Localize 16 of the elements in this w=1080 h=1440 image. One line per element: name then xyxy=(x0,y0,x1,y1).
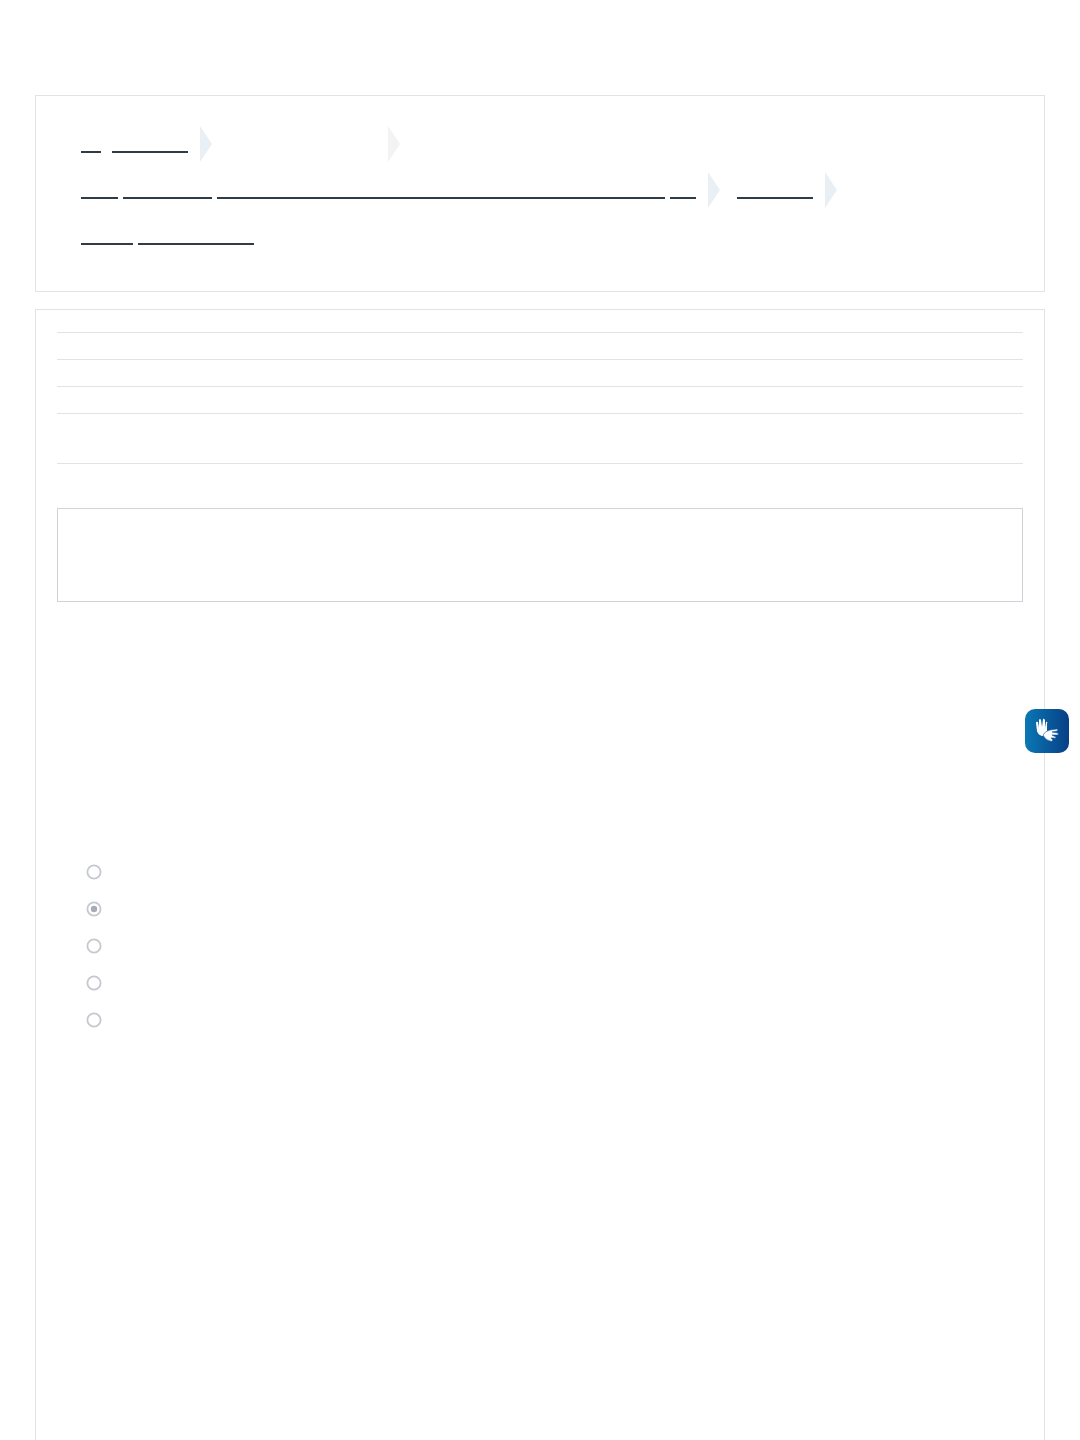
link[interactable] xyxy=(123,197,212,199)
radio-button[interactable] xyxy=(86,901,102,917)
sign-language-button[interactable] xyxy=(1025,709,1069,753)
radio-button[interactable] xyxy=(86,864,102,880)
link[interactable] xyxy=(138,243,254,245)
radio-button[interactable] xyxy=(86,975,102,991)
link[interactable] xyxy=(217,197,665,199)
radio-button[interactable] xyxy=(86,1012,102,1028)
link[interactable] xyxy=(81,197,118,199)
radio-button[interactable] xyxy=(86,938,102,954)
link[interactable] xyxy=(81,151,101,153)
hands-icon xyxy=(1033,717,1061,745)
link[interactable] xyxy=(670,197,696,199)
link[interactable] xyxy=(737,197,813,199)
link[interactable] xyxy=(81,243,133,245)
link[interactable] xyxy=(112,151,188,153)
